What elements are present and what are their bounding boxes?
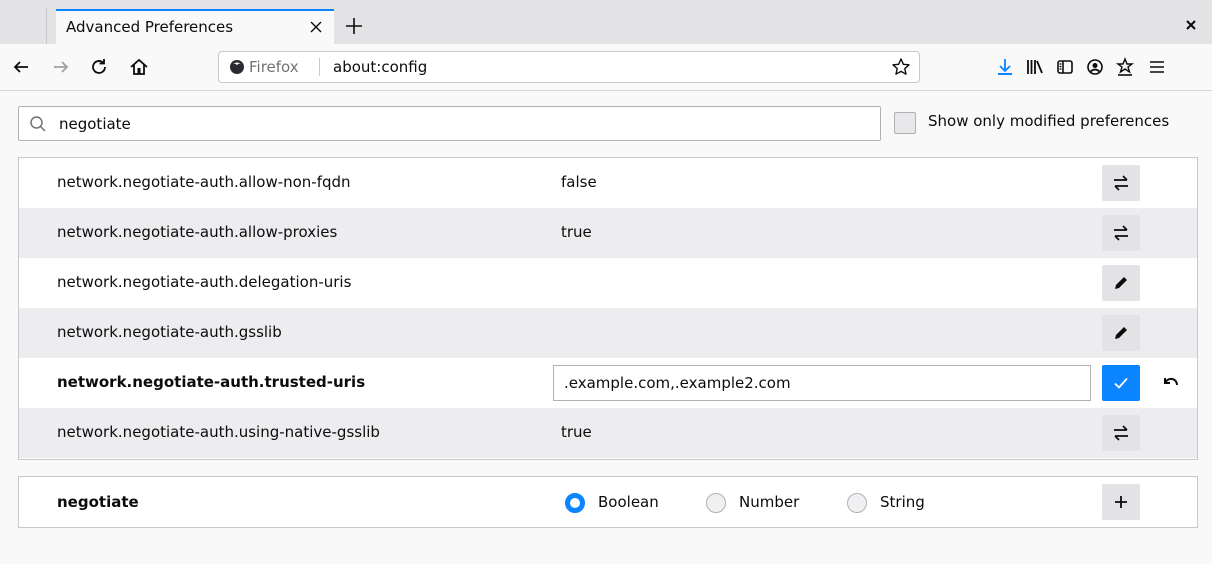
- pref-value: true: [561, 423, 592, 441]
- account-icon[interactable]: [1084, 56, 1106, 78]
- toggle-button[interactable]: [1102, 165, 1140, 201]
- plus-icon: [1115, 496, 1127, 508]
- pref-row: network.negotiate-auth.delegation-uris: [19, 258, 1197, 308]
- pref-row: network.negotiate-auth.allow-proxies tru…: [19, 208, 1197, 258]
- new-tab-icon[interactable]: [342, 14, 366, 38]
- library-icon[interactable]: [1024, 56, 1046, 78]
- pref-name: network.negotiate-auth.allow-proxies: [57, 223, 338, 241]
- boolean-radio[interactable]: [565, 493, 585, 513]
- url-separator: [319, 58, 320, 76]
- extension-icon[interactable]: [1114, 56, 1136, 78]
- show-modified-checkbox[interactable]: [894, 112, 916, 134]
- tab-strip-spacer: [0, 8, 47, 44]
- search-box[interactable]: [18, 106, 881, 141]
- back-icon[interactable]: [10, 56, 32, 78]
- number-label: Number: [739, 493, 800, 511]
- pref-value-input[interactable]: [553, 365, 1091, 401]
- firefox-identity-icon[interactable]: [229, 59, 245, 75]
- pref-name: network.negotiate-auth.delegation-uris: [57, 273, 352, 291]
- pref-name: network.negotiate-auth.allow-non-fqdn: [57, 173, 351, 191]
- home-icon[interactable]: [128, 56, 150, 78]
- toggle-button[interactable]: [1102, 415, 1140, 451]
- pref-name: network.negotiate-auth.gsslib: [57, 323, 282, 341]
- pref-row-editing: network.negotiate-auth.trusted-uris: [19, 358, 1197, 408]
- pref-row: network.negotiate-auth.allow-non-fqdn fa…: [19, 158, 1197, 208]
- toggle-button[interactable]: [1102, 215, 1140, 251]
- pref-row: network.negotiate-auth.gsslib: [19, 308, 1197, 358]
- toggle-icon: [1114, 225, 1128, 241]
- add-preference-row: negotiate Boolean Number String: [18, 476, 1198, 528]
- number-radio[interactable]: [706, 493, 726, 513]
- downloads-icon[interactable]: [994, 56, 1016, 78]
- url-bar[interactable]: Firefox about:config: [218, 51, 920, 83]
- pref-name: network.negotiate-auth.using-native-gssl…: [57, 423, 380, 441]
- string-label: String: [880, 493, 925, 511]
- toggle-icon: [1114, 425, 1128, 441]
- menu-icon[interactable]: [1146, 56, 1168, 78]
- search-icon: [30, 116, 46, 132]
- pref-value: true: [561, 223, 592, 241]
- pencil-icon: [1115, 327, 1127, 339]
- close-tab-icon[interactable]: [306, 17, 326, 37]
- sidebar-icon[interactable]: [1054, 56, 1076, 78]
- pref-row: network.negotiate-auth.using-native-gssl…: [19, 408, 1197, 458]
- pref-value: false: [561, 173, 597, 191]
- identity-label: Firefox: [249, 58, 299, 76]
- tab-strip: Advanced Preferences: [0, 0, 1212, 44]
- bookmark-star-icon[interactable]: [891, 57, 911, 77]
- tab-advanced-preferences[interactable]: Advanced Preferences: [56, 9, 334, 44]
- boolean-label: Boolean: [598, 493, 659, 511]
- pref-name: network.negotiate-auth.trusted-uris: [57, 373, 366, 391]
- window-close-icon[interactable]: [1184, 18, 1198, 32]
- edit-button[interactable]: [1102, 265, 1140, 301]
- show-modified-label: Show only modified preferences: [928, 112, 1170, 130]
- new-pref-name: negotiate: [57, 493, 139, 511]
- edit-button[interactable]: [1102, 315, 1140, 351]
- toggle-icon: [1114, 175, 1128, 191]
- preferences-table: network.negotiate-auth.allow-non-fqdn fa…: [18, 157, 1198, 460]
- tab-title: Advanced Preferences: [66, 18, 234, 36]
- string-radio[interactable]: [847, 493, 867, 513]
- reset-icon[interactable]: [1160, 372, 1182, 394]
- add-button[interactable]: [1102, 484, 1140, 520]
- forward-icon[interactable]: [50, 56, 72, 78]
- pencil-icon: [1115, 277, 1127, 289]
- url-text[interactable]: about:config: [333, 58, 427, 76]
- check-icon: [1114, 377, 1128, 389]
- search-input[interactable]: [59, 110, 859, 137]
- navigation-bar: Firefox about:config: [0, 44, 1212, 91]
- reload-icon[interactable]: [88, 56, 110, 78]
- save-button[interactable]: [1102, 365, 1140, 401]
